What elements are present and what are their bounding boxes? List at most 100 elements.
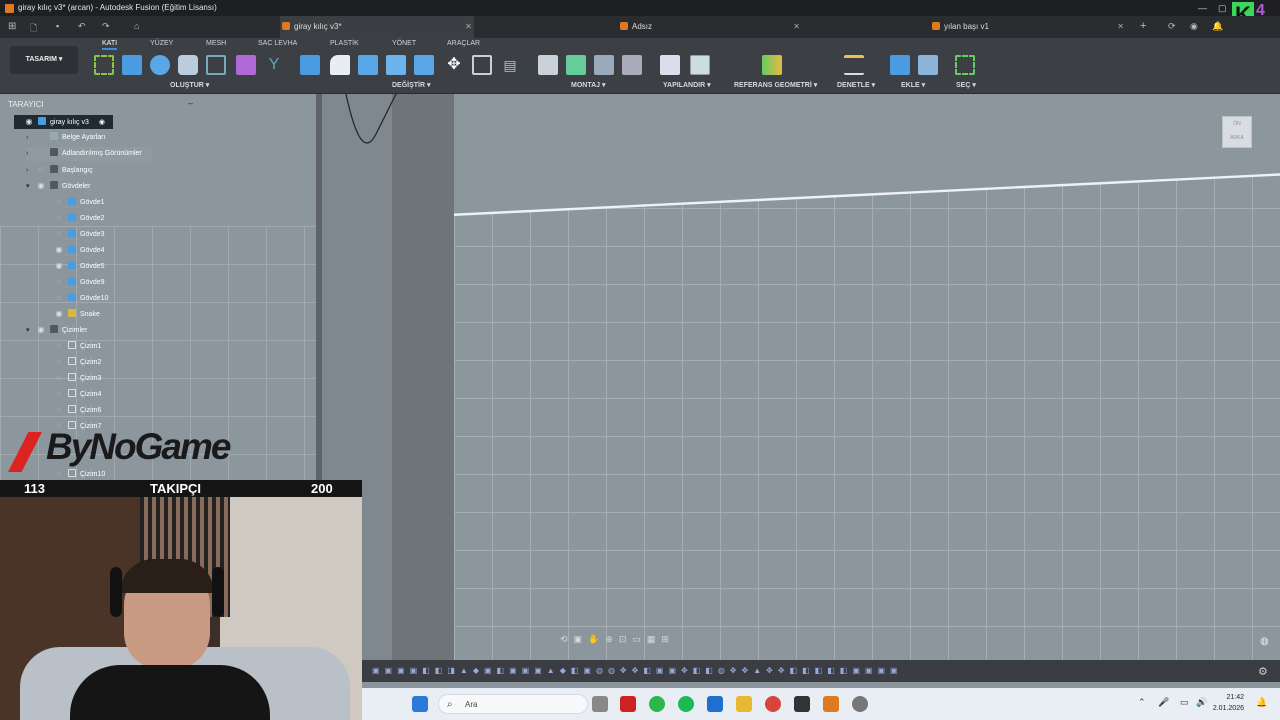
select-icon[interactable] <box>955 55 975 75</box>
minimize-icon[interactable]: — <box>1198 0 1207 16</box>
fillet-icon[interactable] <box>330 55 350 75</box>
motion-link-icon[interactable] <box>622 55 642 75</box>
close-icon[interactable]: ✕ <box>1117 16 1124 38</box>
viewports-icon[interactable]: ⊞ <box>661 634 675 644</box>
new-component-icon[interactable] <box>538 55 558 75</box>
browser-node-govde1[interactable]: ◌ Gövde1 <box>54 195 105 209</box>
browser-node-govde9[interactable]: ◌ Gövde9 <box>54 275 105 289</box>
volume-icon[interactable]: 🔊 <box>1196 697 1207 708</box>
tab-yuzey[interactable]: YÜZEY <box>150 40 173 47</box>
notifications-icon[interactable]: 🔔 <box>1256 697 1267 708</box>
chrome-icon[interactable] <box>765 696 781 712</box>
create-sketch-icon[interactable] <box>94 55 114 75</box>
file-explorer-icon[interactable] <box>736 696 752 712</box>
combine-icon[interactable] <box>386 55 406 75</box>
browser-node-govdeler[interactable]: ▾ ◉ Gövdeler <box>26 179 90 193</box>
form-icon[interactable] <box>236 55 256 75</box>
joint-icon[interactable] <box>566 55 586 75</box>
eye-hidden-icon[interactable]: ◌ <box>54 339 64 353</box>
browser-node-adlandirilmis[interactable]: › Adlandırılmış Görünümler <box>26 147 152 161</box>
browser-node-govde2[interactable]: ◌ Gövde2 <box>54 211 105 225</box>
group-sec[interactable]: SEÇ ▾ <box>956 81 976 89</box>
eye-hidden-icon[interactable]: ◌ <box>54 211 64 225</box>
tab-adsiz[interactable]: Adsız ✕ <box>620 16 800 38</box>
group-degistir[interactable]: DEĞİŞTİR ▾ <box>392 81 431 89</box>
browser-node-belge-ayarlari[interactable]: › Belge Ayarları <box>26 131 105 145</box>
notification-icon[interactable]: 🔔 <box>1212 21 1223 32</box>
eye-hidden-icon[interactable]: ◌ <box>54 387 64 401</box>
view-cube[interactable]: ÖN ARKA <box>1220 110 1258 154</box>
chevron-down-icon[interactable]: ▾ <box>26 180 36 194</box>
tab-yonet[interactable]: YÖNET <box>392 40 416 47</box>
group-ekle[interactable]: EKLE ▾ <box>901 81 925 89</box>
grid-settings-icon[interactable]: ▦ <box>647 634 662 644</box>
browser-node-govde10[interactable]: ◌ Gövde10 <box>54 291 108 305</box>
split-icon[interactable] <box>414 55 434 75</box>
eye-icon[interactable]: ◉ <box>24 115 34 129</box>
eye-icon[interactable]: ◉ <box>36 179 46 193</box>
eye-hidden-icon[interactable]: ◌ <box>54 291 64 305</box>
tab-sac-levha[interactable]: SAC LEVHA <box>258 40 297 47</box>
microphone-icon[interactable]: 🎤 <box>1158 697 1169 708</box>
whatsapp-icon[interactable] <box>649 696 665 712</box>
measure-icon[interactable] <box>844 55 864 75</box>
pan-icon[interactable]: ✋ <box>588 634 605 644</box>
timeline-settings-icon[interactable]: ⚙ <box>1258 665 1268 678</box>
browser-node-cizim6[interactable]: ◌ Çizim6 <box>54 403 101 417</box>
browser-node-cizim1[interactable]: ◌ Çizim1 <box>54 339 101 353</box>
maximize-icon[interactable]: ▢ <box>1218 0 1227 16</box>
tab-yilan-basi[interactable]: yılan başı v1 ✕ <box>932 16 1124 38</box>
tab-kati[interactable]: KATI <box>102 40 118 50</box>
eye-hidden-icon[interactable]: ◌ <box>54 371 64 385</box>
browser-node-cizimler[interactable]: ▾ ◉ Çizimler <box>26 323 87 337</box>
eye-hidden-icon[interactable]: ◌ <box>54 195 64 209</box>
plane-icon[interactable] <box>762 55 782 75</box>
windows-start-icon[interactable] <box>412 696 428 712</box>
task-view-icon[interactable] <box>592 696 608 712</box>
revolve-icon[interactable] <box>150 55 170 75</box>
clock[interactable]: 21:42 2.01.2026 <box>1213 692 1244 714</box>
eye-hidden-icon[interactable]: ◌ <box>36 163 46 177</box>
spotify-icon[interactable] <box>678 696 694 712</box>
branch-icon[interactable]: Y <box>264 55 284 75</box>
browser-node-govde4[interactable]: ◉ Gövde4 <box>54 243 105 257</box>
tray-expand-icon[interactable]: ⌃ <box>1138 697 1146 708</box>
eye-icon[interactable]: ◉ <box>54 307 64 321</box>
group-denetle[interactable]: DENETLE ▾ <box>837 81 875 89</box>
save-icon[interactable]: ▪ <box>56 21 59 31</box>
home-icon[interactable]: ⌂ <box>134 21 139 31</box>
display-mode-icon[interactable]: ▭ <box>632 634 647 644</box>
browser-node-baslangic[interactable]: › ◌ Başlangıç <box>26 163 93 177</box>
settings-icon[interactable]: ◉ <box>1190 21 1198 32</box>
eye-hidden-icon[interactable]: ◌ <box>54 227 64 241</box>
chevron-down-icon[interactable]: ▾ <box>14 116 24 130</box>
eye-hidden-icon[interactable]: ◌ <box>54 403 64 417</box>
chevron-right-icon[interactable]: › <box>26 147 36 161</box>
orbit-icon[interactable]: ⟲ <box>560 634 574 644</box>
add-tab-icon[interactable]: + <box>1140 20 1146 32</box>
canvas-icon[interactable] <box>918 55 938 75</box>
close-icon[interactable]: ✕ <box>793 16 800 38</box>
table-icon[interactable] <box>690 55 710 75</box>
close-icon[interactable]: ✕ <box>465 16 474 38</box>
timeline[interactable]: ▣▣▣▣◧◧◨▲◆▣◧▣▣▣▲◆◧▣◍◍✥✥◧▣▣✥◧◧◍✥✥▲✥✥◧◧◧◧◧▣… <box>362 660 1280 682</box>
pattern-icon[interactable] <box>206 55 226 75</box>
grid-menu-icon[interactable]: ⊞ <box>8 21 16 32</box>
obs-icon[interactable] <box>852 696 868 712</box>
browser-node-cizim4[interactable]: ◌ Çizim4 <box>54 387 101 401</box>
eye-icon[interactable]: ◉ <box>36 323 46 337</box>
insert-icon[interactable] <box>890 55 910 75</box>
tab-plastik[interactable]: PLASTİK <box>330 40 359 47</box>
activate-radio-icon[interactable]: ◉ <box>99 119 105 126</box>
align-icon[interactable] <box>472 55 492 75</box>
move-icon[interactable]: ✥ <box>444 55 464 75</box>
group-montaj[interactable]: MONTAJ ▾ <box>571 81 606 89</box>
chevron-right-icon[interactable]: › <box>26 164 36 178</box>
extrude-icon[interactable] <box>122 55 142 75</box>
scale-icon[interactable]: ▤ <box>500 55 520 75</box>
as-built-joint-icon[interactable] <box>594 55 614 75</box>
eye-hidden-icon[interactable]: ◌ <box>54 355 64 369</box>
canvas-viewport[interactable] <box>454 94 1280 660</box>
zoom-icon[interactable]: ⊕ <box>605 634 619 644</box>
tab-giray-kilic[interactable]: giray kılıç v3* ✕ <box>280 16 474 38</box>
